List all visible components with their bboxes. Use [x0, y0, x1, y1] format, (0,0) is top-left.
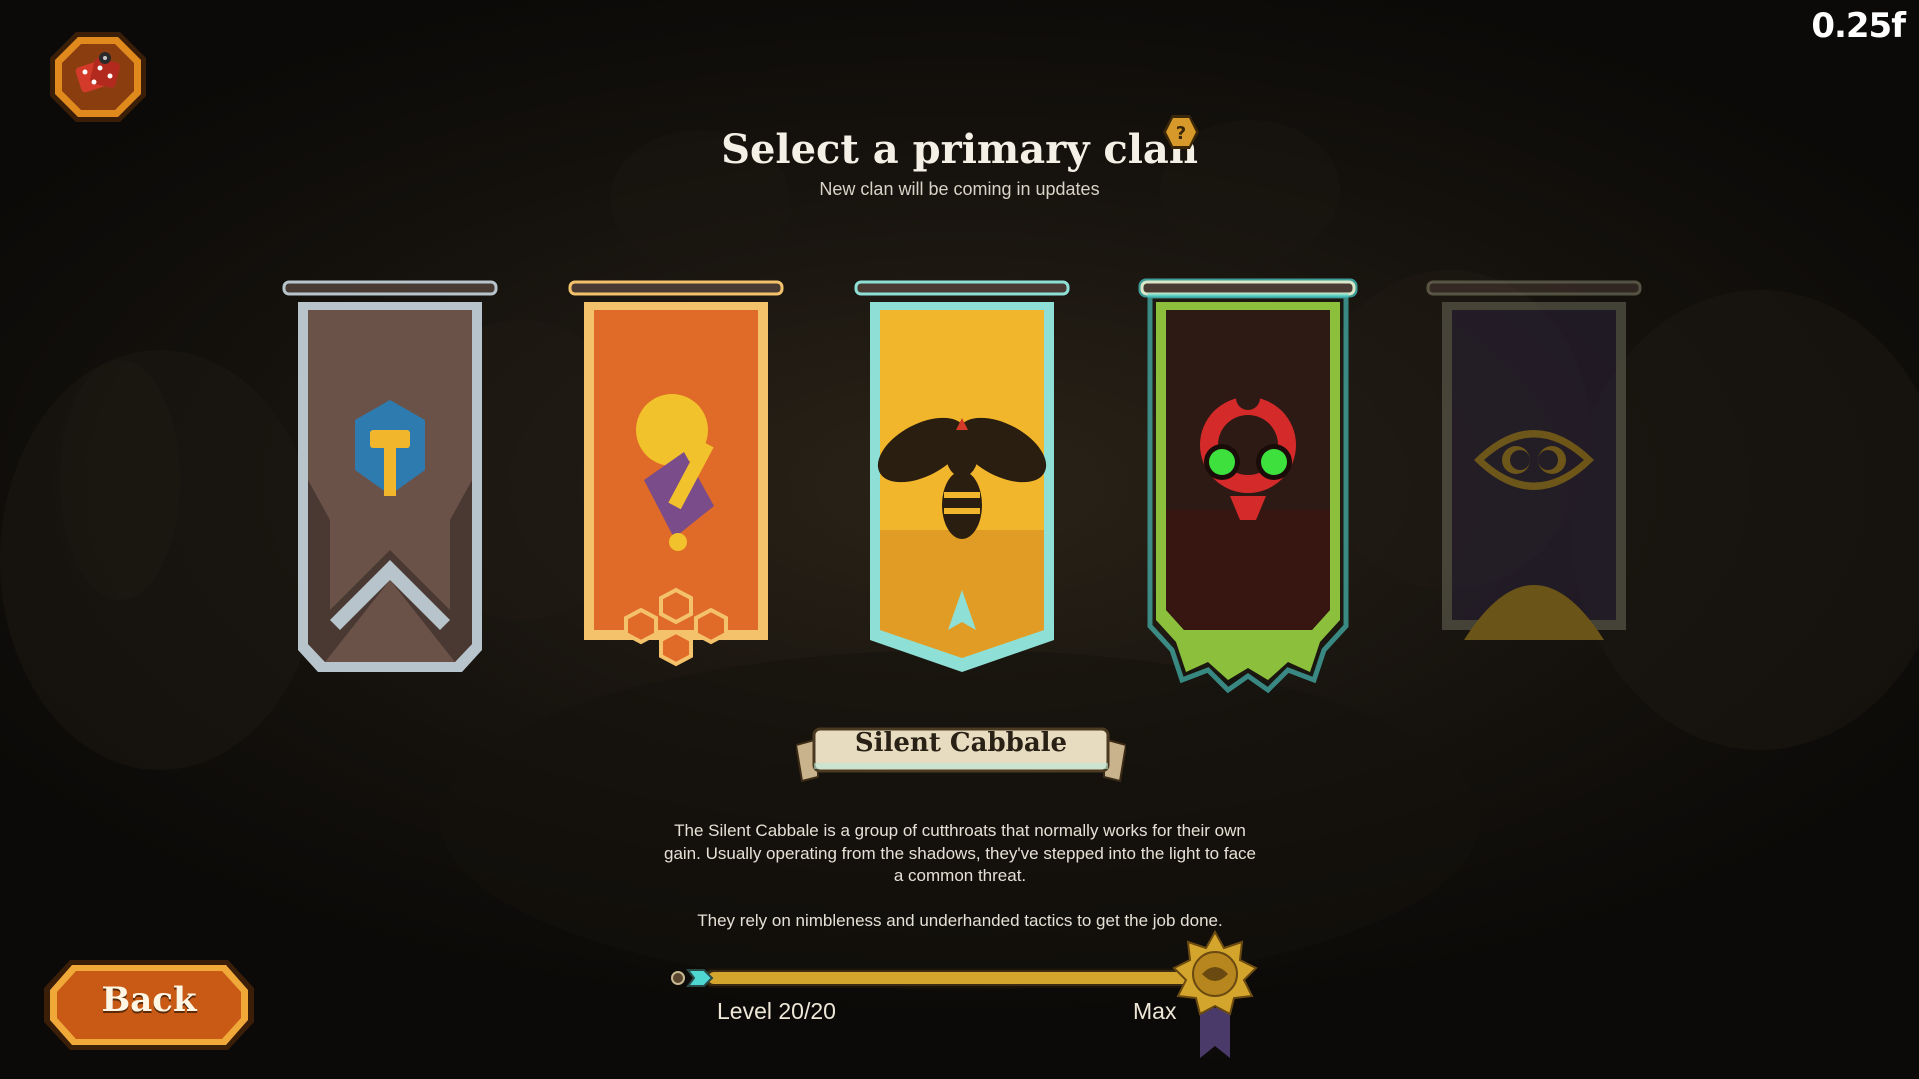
- clan-description-paragraph-1: The Silent Cabbale is a group of cutthro…: [664, 821, 1256, 885]
- clan-level-label: Level 20/20: [717, 998, 836, 1024]
- fps-counter: 0.25f: [1811, 6, 1906, 46]
- clan-banner-wasp[interactable]: [852, 280, 1072, 700]
- selected-clan-name: Silent Cabbale: [854, 728, 1068, 758]
- clan-banner-hammer[interactable]: [280, 280, 500, 700]
- help-button[interactable]: ?: [1162, 114, 1200, 150]
- back-button[interactable]: [42, 958, 256, 1052]
- random-dice-button[interactable]: [48, 30, 148, 124]
- page-subtitle: New clan will be coming in updates: [819, 179, 1100, 199]
- clan-select-screen: 0.25f Select a primary clan ? New clan w…: [0, 0, 1919, 1079]
- clan-banner-honey[interactable]: [566, 280, 786, 700]
- clan-description: The Silent Cabbale is a group of cutthro…: [660, 820, 1260, 932]
- level-progress-fill: [708, 972, 1240, 984]
- clan-description-paragraph-2: They rely on nimbleness and underhanded …: [697, 910, 1223, 930]
- page-title: Select a primary clan: [721, 126, 1198, 173]
- question-icon: ?: [1163, 115, 1199, 149]
- max-level-medal-icon: [1172, 930, 1258, 1058]
- clan-banner-eye-locked[interactable]: [1424, 280, 1644, 700]
- max-level-label: Max: [1133, 998, 1177, 1024]
- dice-icon: [50, 32, 146, 122]
- clan-banner-silent-cabbale[interactable]: [1138, 278, 1358, 700]
- svg-text:?: ?: [1176, 123, 1186, 144]
